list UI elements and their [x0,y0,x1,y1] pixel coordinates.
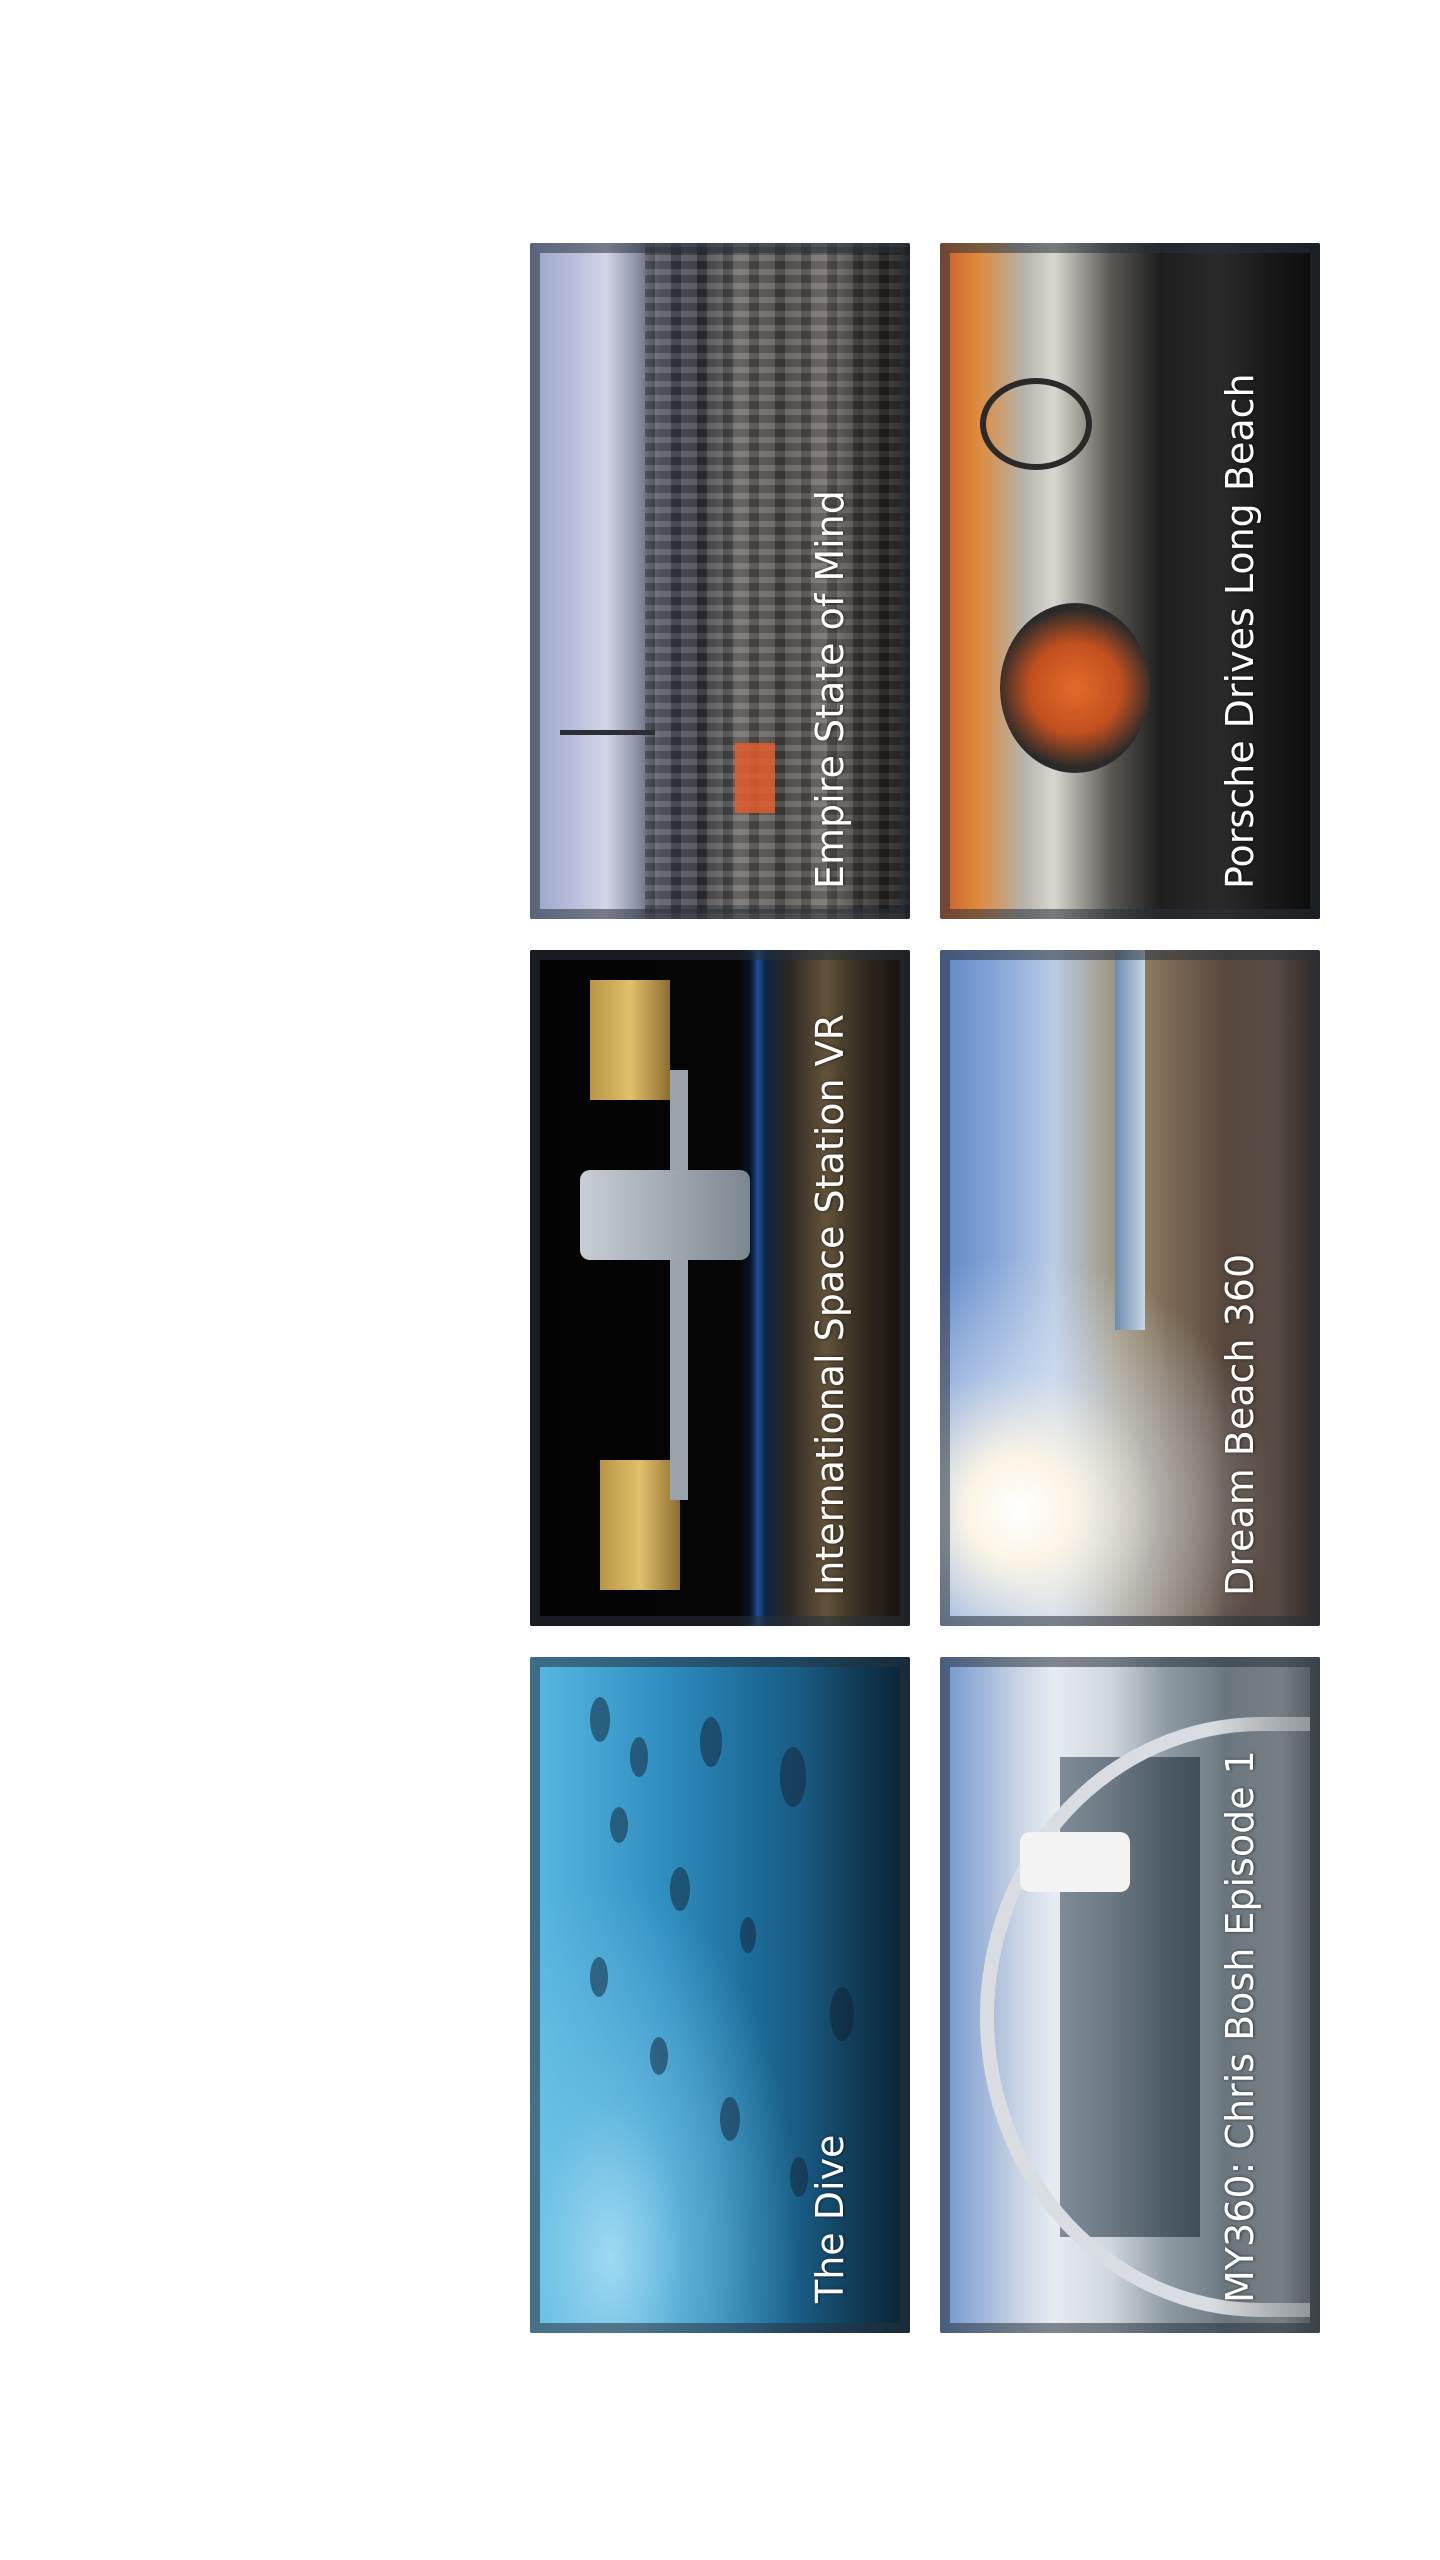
video-card-porsche-drives-long-beach[interactable]: Porsche Drives Long Beach [940,243,1320,919]
video-card-my360-chris-bosh-episode-1[interactable]: MY360: Chris Bosh Episode 1 [940,1657,1320,2333]
video-title: The Dive [808,2134,852,2303]
video-title: MY360: Chris Bosh Episode 1 [1218,1750,1262,2303]
video-title: International Space Station VR [808,1013,852,1596]
video-card-dream-beach-360[interactable]: Dream Beach 360 [940,950,1320,1626]
video-card-the-dive[interactable]: The Dive [530,1657,910,2333]
video-card-empire-state-of-mind[interactable]: Empire State of Mind [530,243,910,919]
video-title: Porsche Drives Long Beach [1218,373,1262,889]
video-title: Empire State of Mind [808,490,852,889]
video-card-international-space-station-vr[interactable]: International Space Station VR [530,950,910,1626]
video-title: Dream Beach 360 [1218,1253,1262,1596]
